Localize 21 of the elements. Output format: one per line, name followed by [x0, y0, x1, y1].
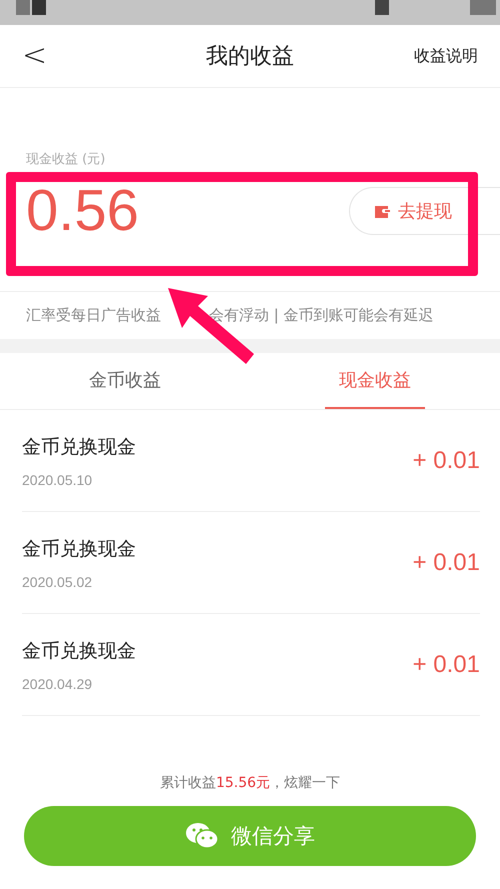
record-title: 金币兑换现金	[22, 638, 136, 664]
page-title: 我的收益	[206, 44, 294, 69]
record-date: 2020.05.10	[22, 472, 94, 488]
withdraw-button[interactable]: 去提现	[349, 187, 500, 235]
tab[interactable]: 现金收益	[325, 353, 425, 409]
tab[interactable]: 金币收益	[75, 353, 175, 409]
record-title: 金币兑换现金	[22, 434, 136, 460]
record-amount: + 0.01	[412, 650, 480, 678]
note-text: 汇率受每日广告收益	[26, 306, 161, 325]
record-amount: + 0.01	[412, 446, 480, 474]
earnings-info-link[interactable]: 收益说明	[414, 46, 478, 66]
record-amount: + 0.01	[412, 548, 480, 576]
record-date: 2020.04.29	[22, 676, 94, 692]
wallet-icon	[374, 203, 392, 219]
total-earnings-text: 累计收益15.56元，炫耀一下	[160, 774, 340, 792]
record-date: 2020.05.02	[22, 574, 94, 590]
back-button[interactable]: <	[22, 41, 48, 71]
chat-bubbles-icon	[185, 822, 219, 850]
balance-label: 现金收益 (元)	[26, 151, 106, 168]
balance-amount: 0.56	[26, 182, 139, 240]
record-title: 金币兑换现金	[22, 536, 136, 562]
